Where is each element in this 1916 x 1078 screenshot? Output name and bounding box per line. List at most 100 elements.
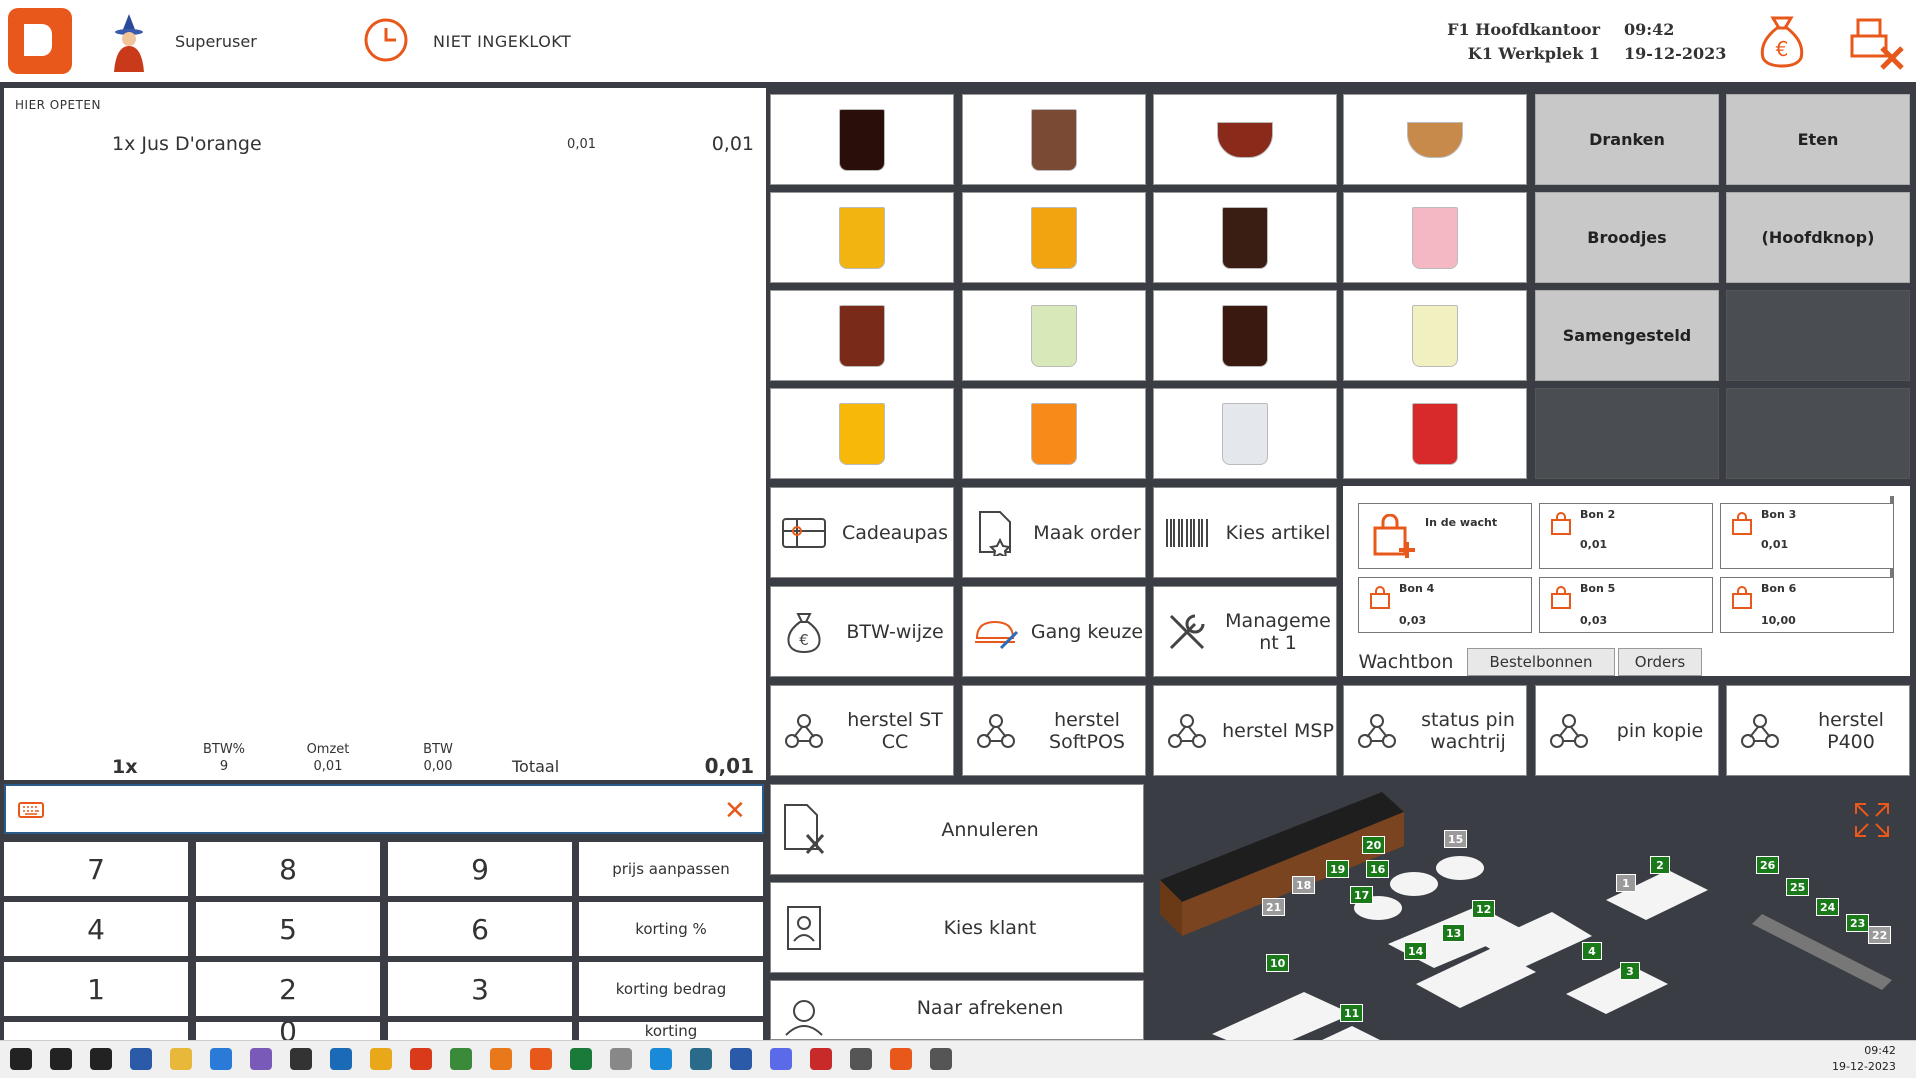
- herstel-st-cc-button[interactable]: herstel ST CC: [770, 685, 954, 776]
- numpad-key[interactable]: 1: [4, 962, 188, 1016]
- numpad-key[interactable]: 0: [196, 1022, 380, 1040]
- category-dranken[interactable]: Dranken: [1535, 94, 1719, 185]
- pos-app-active-icon[interactable]: [890, 1048, 912, 1070]
- naar-afrekenen-button[interactable]: Naar afrekenen: [770, 980, 1144, 1040]
- numpad-key[interactable]: korting bedrag: [579, 962, 763, 1016]
- numpad-key[interactable]: 2: [196, 962, 380, 1016]
- held-order-tile[interactable]: Bon 3 0,01: [1720, 503, 1894, 569]
- table-marker[interactable]: 16: [1366, 860, 1390, 878]
- category-samengesteld[interactable]: Samengesteld: [1535, 290, 1719, 381]
- start-icon[interactable]: [10, 1048, 32, 1070]
- table-marker[interactable]: 11: [1340, 1004, 1364, 1022]
- table-marker[interactable]: 23: [1846, 914, 1870, 932]
- table-marker[interactable]: 20: [1362, 836, 1386, 854]
- vscode-icon[interactable]: [650, 1048, 672, 1070]
- held-order-tile[interactable]: Bon 6 10,00: [1720, 577, 1894, 633]
- numpad-key[interactable]: 9: [388, 842, 572, 896]
- held-order-tile[interactable]: Bon 2 0,01: [1539, 503, 1713, 569]
- product-ice-orange[interactable]: [962, 388, 1146, 479]
- snipping-tool-icon[interactable]: [410, 1048, 432, 1070]
- category-hoofdknop[interactable]: (Hoofdknop): [1726, 192, 1910, 283]
- numpad-key[interactable]: [4, 1022, 188, 1040]
- visual-studio-icon[interactable]: [250, 1048, 272, 1070]
- tab-orders[interactable]: Orders: [1618, 648, 1702, 676]
- product-chocolate-milk[interactable]: [962, 94, 1146, 185]
- pin-kopie-button[interactable]: pin kopie: [1535, 685, 1719, 776]
- order-type-label[interactable]: HIER OPETEN: [15, 98, 101, 112]
- btw-wijze-button[interactable]: € BTW-wijze: [770, 586, 954, 677]
- table-marker[interactable]: 14: [1404, 942, 1428, 960]
- numpad-key[interactable]: 5: [196, 902, 380, 956]
- table-marker[interactable]: 25: [1786, 878, 1810, 896]
- table-marker[interactable]: 13: [1442, 924, 1466, 942]
- taskbar-clock[interactable]: 09:42 19-12-2023: [1832, 1043, 1896, 1075]
- store-icon[interactable]: [210, 1048, 232, 1070]
- category-broodjes[interactable]: Broodjes: [1535, 192, 1719, 283]
- product-water[interactable]: [1153, 388, 1337, 479]
- product-ice-tea[interactable]: [770, 290, 954, 381]
- numpad-key[interactable]: korting: [579, 1022, 763, 1040]
- held-order-tile[interactable]: Bon 4 0,03: [1358, 577, 1532, 633]
- table-marker[interactable]: 1: [1616, 874, 1636, 892]
- product-milkshake[interactable]: [1343, 192, 1527, 283]
- table-marker[interactable]: 3: [1620, 962, 1640, 980]
- logout-register-icon[interactable]: [1848, 14, 1906, 76]
- table-marker[interactable]: 10: [1266, 954, 1290, 972]
- numpad-key[interactable]: korting %: [579, 902, 763, 956]
- product-lemonade[interactable]: [1343, 290, 1527, 381]
- numpad-key[interactable]: 6: [388, 902, 572, 956]
- mysql-icon[interactable]: [690, 1048, 712, 1070]
- product-tea[interactable]: [1153, 94, 1337, 185]
- remote-desktop-icon[interactable]: [930, 1048, 952, 1070]
- settings-icon[interactable]: [850, 1048, 872, 1070]
- word-icon[interactable]: [730, 1048, 752, 1070]
- clock-icon[interactable]: [362, 16, 410, 68]
- product-beer[interactable]: [962, 192, 1146, 283]
- table-marker[interactable]: 15: [1444, 830, 1468, 848]
- numpad-key[interactable]: 8: [196, 842, 380, 896]
- expand-icon[interactable]: [1852, 800, 1892, 844]
- app-logo-icon[interactable]: [8, 8, 72, 74]
- order-line-text[interactable]: 1x Jus D'orange: [112, 133, 262, 155]
- task-view-icon[interactable]: [90, 1048, 112, 1070]
- file-explorer-icon[interactable]: [170, 1048, 192, 1070]
- table-marker[interactable]: 2: [1650, 856, 1670, 874]
- numpad-key[interactable]: prijs aanpassen: [579, 842, 763, 896]
- product-soda-cup[interactable]: [1343, 388, 1527, 479]
- user-avatar[interactable]: [104, 14, 154, 74]
- product-coffee[interactable]: [1343, 94, 1527, 185]
- input-field[interactable]: [4, 784, 764, 834]
- keyboard-icon[interactable]: [18, 802, 44, 822]
- search-icon[interactable]: [50, 1048, 72, 1070]
- numpad-key[interactable]: [388, 1022, 572, 1040]
- herstel-msp-button[interactable]: herstel MSP: [1153, 685, 1337, 776]
- table-marker[interactable]: 17: [1350, 886, 1374, 904]
- kies-klant-button[interactable]: Kies klant: [770, 882, 1144, 973]
- annuleren-button[interactable]: Annuleren: [770, 784, 1144, 875]
- numpad-key[interactable]: 7: [4, 842, 188, 896]
- excel-icon[interactable]: [570, 1048, 592, 1070]
- database-icon[interactable]: [610, 1048, 632, 1070]
- maak-order-button[interactable]: Maak order: [962, 487, 1146, 578]
- category-eten[interactable]: Eten: [1726, 94, 1910, 185]
- herstel-softpos-button[interactable]: herstel SoftPOS: [962, 685, 1146, 776]
- table-marker[interactable]: 12: [1472, 900, 1496, 918]
- product-beer-lemon[interactable]: [770, 192, 954, 283]
- held-order-tile[interactable]: Bon 5 0,03: [1539, 577, 1713, 633]
- terminal-icon[interactable]: [290, 1048, 312, 1070]
- numpad-key[interactable]: 4: [4, 902, 188, 956]
- status-pin-wachtrij-button[interactable]: status pin wachtrij: [1343, 685, 1527, 776]
- browser-icon[interactable]: [810, 1048, 832, 1070]
- held-order-tile[interactable]: In de wacht: [1358, 503, 1532, 569]
- product-irish-coffee[interactable]: [1153, 192, 1337, 283]
- table-marker[interactable]: 24: [1816, 898, 1840, 916]
- table-marker[interactable]: 22: [1868, 926, 1892, 944]
- product-cola[interactable]: [770, 94, 954, 185]
- table-marker[interactable]: 4: [1582, 942, 1602, 960]
- sublime-icon[interactable]: [490, 1048, 512, 1070]
- table-marker[interactable]: 18: [1292, 876, 1316, 894]
- management-button[interactable]: Manageme nt 1: [1153, 586, 1337, 677]
- tab-wachtbon[interactable]: Wachtbon: [1350, 648, 1462, 676]
- product-cola-lemon[interactable]: [1153, 290, 1337, 381]
- cash-drawer-icon[interactable]: €: [1755, 12, 1809, 74]
